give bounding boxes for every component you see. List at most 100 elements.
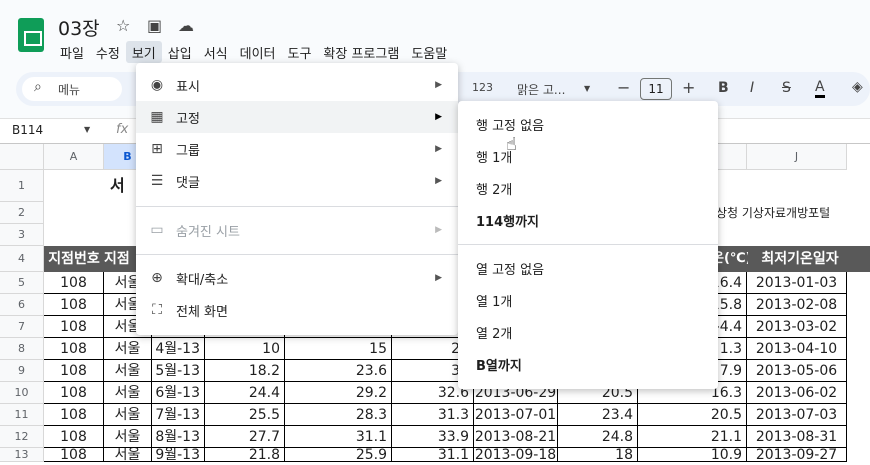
table-cell[interactable]: 31.1 xyxy=(392,448,474,462)
freeze-up-to-column[interactable]: B열까지 xyxy=(458,348,718,380)
table-cell[interactable]: 108 xyxy=(44,426,104,448)
table-cell[interactable]: 33.9 xyxy=(392,426,474,448)
menu-help[interactable]: 도움말 xyxy=(405,41,453,63)
menu-insert[interactable]: 삽입 xyxy=(162,41,198,63)
view-menu-item-group[interactable]: ⊞ 그룹 ▶ xyxy=(136,133,458,165)
table-cell[interactable]: 28.3 xyxy=(285,404,392,426)
freeze-1-column[interactable]: 열 1개 xyxy=(458,284,718,316)
font-select[interactable]: 맑은 고... xyxy=(517,81,565,98)
font-size-decrease-button[interactable]: − xyxy=(617,78,630,97)
freeze-up-to-row[interactable]: 114행까지 xyxy=(458,204,718,236)
table-cell[interactable]: 108 xyxy=(44,404,104,426)
table-cell[interactable]: 2013-04-10 xyxy=(747,338,847,360)
table-cell[interactable]: 21.1 xyxy=(638,426,747,448)
table-cell[interactable]: 108 xyxy=(44,294,104,316)
row-header-1[interactable]: 1 xyxy=(0,170,44,202)
freeze-no-columns[interactable]: 열 고정 없음 xyxy=(458,252,718,284)
table-cell[interactable]: 20.5 xyxy=(638,404,747,426)
number-format-button[interactable]: 123 xyxy=(472,81,493,94)
table-cell[interactable]: 24.8 xyxy=(558,426,638,448)
sheets-logo-icon[interactable] xyxy=(18,18,44,52)
italic-button[interactable]: I xyxy=(750,80,754,96)
table-cell[interactable]: 108 xyxy=(44,338,104,360)
table-cell[interactable]: 15 xyxy=(285,338,392,360)
table-cell[interactable]: 2013-05-06 xyxy=(747,360,847,382)
table-cell[interactable]: 29.2 xyxy=(285,382,392,404)
table-cell[interactable]: 서울 xyxy=(104,404,152,426)
table-cell[interactable]: 108 xyxy=(44,448,104,462)
font-dropdown-icon[interactable]: ▼ xyxy=(584,84,590,93)
table-cell[interactable]: 서울 xyxy=(104,338,152,360)
table-cell[interactable]: 10 xyxy=(205,338,285,360)
row-header-5[interactable]: 5 xyxy=(0,272,44,294)
row-header-11[interactable]: 11 xyxy=(0,404,44,426)
bold-button[interactable]: B xyxy=(718,80,729,96)
freeze-no-rows[interactable]: 행 고정 없음 xyxy=(458,108,718,140)
move-folder-icon[interactable]: ▣ xyxy=(147,16,162,35)
cellref-dropdown-icon[interactable]: ▼ xyxy=(84,125,90,134)
document-title[interactable]: 03장 xyxy=(58,14,100,41)
star-icon[interactable]: ☆ xyxy=(116,16,130,35)
font-size-increase-button[interactable]: + xyxy=(682,78,695,97)
row-header-13[interactable]: 13 xyxy=(0,448,44,462)
table-cell[interactable]: 23.4 xyxy=(558,404,638,426)
row-header-3[interactable]: 3 xyxy=(0,224,44,246)
table-cell[interactable]: 10.9 xyxy=(638,448,747,462)
table-cell[interactable]: 108 xyxy=(44,272,104,294)
menu-file[interactable]: 파일 xyxy=(54,41,90,63)
row-header-12[interactable]: 12 xyxy=(0,426,44,448)
table-cell[interactable]: 25.5 xyxy=(205,404,285,426)
row-header-2[interactable]: 2 xyxy=(0,202,44,224)
table-cell[interactable]: 108 xyxy=(44,316,104,338)
menu-edit[interactable]: 수정 xyxy=(90,41,126,63)
table-cell[interactable]: 6월-13 xyxy=(152,382,205,404)
view-menu-item-fullscreen[interactable]: ⛶ 전체 화면 xyxy=(136,294,458,326)
table-cell[interactable]: 2013-01-03 xyxy=(747,272,847,294)
table-cell[interactable]: 5월-13 xyxy=(152,360,205,382)
table-cell[interactable]: 108 xyxy=(44,360,104,382)
table-cell[interactable]: 8월-13 xyxy=(152,426,205,448)
column-header-a[interactable]: A xyxy=(44,144,104,170)
table-cell[interactable]: 2013-02-08 xyxy=(747,294,847,316)
table-cell[interactable]: 2013-03-02 xyxy=(747,316,847,338)
row-header-4[interactable]: 4 xyxy=(0,246,44,272)
table-cell[interactable]: 2013-07-01 xyxy=(474,404,558,426)
table-cell[interactable]: 18.2 xyxy=(205,360,285,382)
row-header-9[interactable]: 9 xyxy=(0,360,44,382)
table-cell[interactable]: 2013-09-27 xyxy=(747,448,847,462)
table-cell[interactable]: 2013-08-21 xyxy=(474,426,558,448)
row-header-7[interactable]: 7 xyxy=(0,316,44,338)
table-cell[interactable]: 2013-06-02 xyxy=(747,382,847,404)
table-cell[interactable]: 4월-13 xyxy=(152,338,205,360)
menu-data[interactable]: 데이터 xyxy=(234,41,282,63)
table-cell[interactable]: 서울 xyxy=(104,360,152,382)
table-cell[interactable]: 18 xyxy=(558,448,638,462)
table-cell[interactable]: 서울 xyxy=(104,426,152,448)
row-header-8[interactable]: 8 xyxy=(0,338,44,360)
table-cell[interactable]: 31.1 xyxy=(285,426,392,448)
menu-tools[interactable]: 도구 xyxy=(282,41,318,63)
menu-extensions[interactable]: 확장 프로그램 xyxy=(317,41,405,63)
view-menu-item-freeze[interactable]: ▦ 고정 ▶ xyxy=(136,101,458,133)
table-cell[interactable]: 108 xyxy=(44,382,104,404)
row-header-10[interactable]: 10 xyxy=(0,382,44,404)
view-menu-item-comments[interactable]: ☰ 댓글 ▶ xyxy=(136,165,458,197)
menu-format[interactable]: 서식 xyxy=(198,41,234,63)
fill-color-icon[interactable]: ◈ xyxy=(852,79,863,95)
cloud-status-icon[interactable]: ☁ xyxy=(178,16,194,35)
freeze-2-columns[interactable]: 열 2개 xyxy=(458,316,718,348)
table-cell[interactable]: 31.3 xyxy=(392,404,474,426)
table-cell[interactable]: 서울 xyxy=(104,382,152,404)
table-cell[interactable]: 25.9 xyxy=(285,448,392,462)
view-menu-item-zoom[interactable]: ⊕ 확대/축소 ▶ xyxy=(136,262,458,294)
cell-reference-box[interactable]: B114 xyxy=(12,123,43,137)
font-size-input[interactable]: 11 xyxy=(640,78,672,100)
table-cell[interactable]: 24.4 xyxy=(205,382,285,404)
text-color-button[interactable]: A xyxy=(815,79,825,98)
view-menu-item-show[interactable]: ◉ 표시 ▶ xyxy=(136,69,458,101)
table-cell[interactable]: 9월-13 xyxy=(152,448,205,462)
table-cell[interactable]: 21.8 xyxy=(205,448,285,462)
table-cell[interactable]: 7월-13 xyxy=(152,404,205,426)
strikethrough-button[interactable]: S xyxy=(782,80,791,96)
table-cell[interactable]: 2013-07-03 xyxy=(747,404,847,426)
